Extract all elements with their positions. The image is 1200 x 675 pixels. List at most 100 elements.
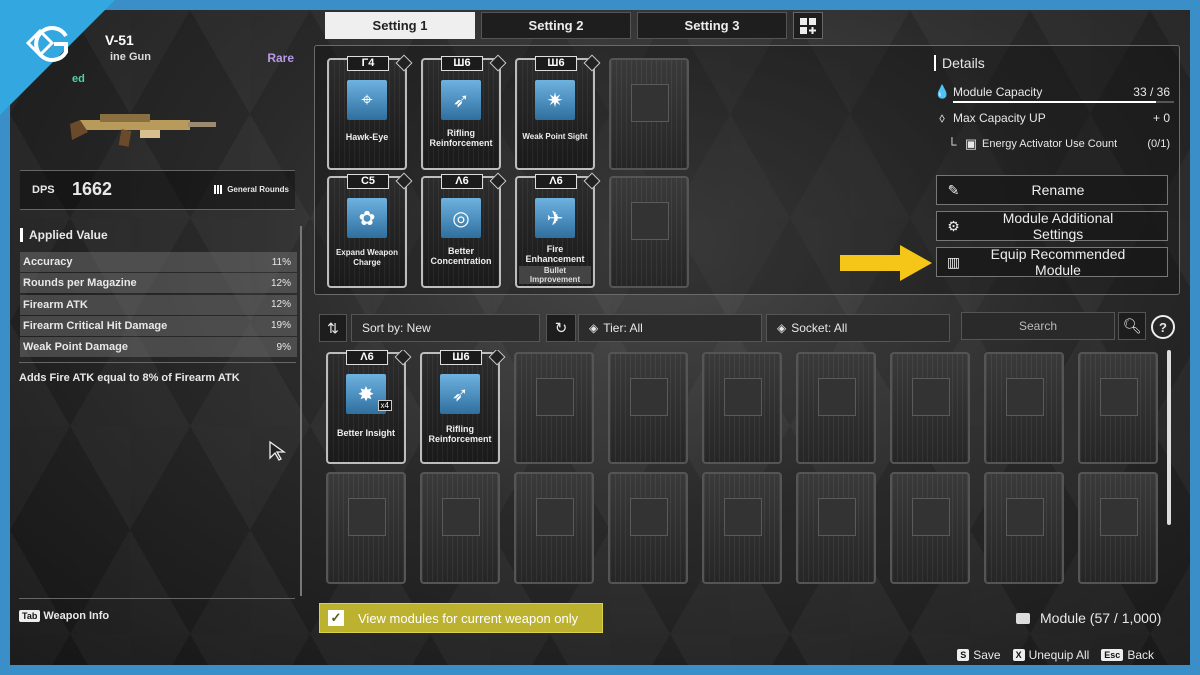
inventory-module-card[interactable]: Λ6 ✸ x4 Better Insight [326,350,412,464]
tier-badge-icon [583,172,601,190]
module-capacity-label: Module Capacity [953,85,1043,99]
equipped-module-card[interactable]: C5 ✿ Expand Weapon Charge [327,172,413,288]
max-capacity-row: ⬨ Max Capacity UP + 0 [934,105,1174,131]
empty-module-slot [1078,472,1158,584]
cylinder-icon: ✿ [347,198,387,238]
stat-name: Firearm Critical Hit Damage [23,319,168,332]
socket-cost: Γ4 [347,56,389,71]
search-input[interactable] [961,312,1115,340]
ammo-type-label: General Rounds [227,185,289,194]
save-shortcut[interactable]: S Save [957,648,1001,662]
applied-value-title: Applied Value [20,228,108,242]
empty-module-slot [326,472,406,584]
module-name: Rifling Reinforcement [429,128,493,148]
tab-setting-3[interactable]: Setting 3 [637,12,787,39]
empty-module-slot [514,352,594,464]
weapon-info-button[interactable]: Tab Weapon Info [19,610,109,622]
refresh-button[interactable]: ↻ [546,314,576,342]
equipped-module-card[interactable]: Ш6 ✷ Weak Point Sight [515,54,601,170]
empty-chip-icon [630,498,668,536]
tab-setting-1[interactable]: Setting 1 [325,12,475,39]
droplet-icon: 💧 [934,84,951,99]
sort-dropdown[interactable]: Sort by: New [351,314,540,342]
tier-badge-icon [489,54,507,72]
weapon-info-label: Weapon Info [43,610,110,622]
add-setting-button[interactable] [793,12,823,39]
bullet-icon: ➶ [441,80,481,120]
s-key-icon: S [957,649,970,661]
question-icon: ? [1159,319,1167,335]
arrow-icon [840,245,932,281]
empty-module-slot [702,352,782,464]
current-weapon-filter-checkbox[interactable]: ✓ View modules for current weapon only [319,603,603,633]
checkmark-icon: ✓ [328,610,344,626]
module-name: Rifling Reinforcement [428,424,492,444]
empty-chip-icon [724,498,762,536]
back-shortcut[interactable]: Esc Back [1101,648,1154,662]
equipped-module-card[interactable]: Ш6 ➶ Rifling Reinforcement [421,54,507,170]
module-box-icon [1016,612,1030,624]
inventory-scrollbar[interactable] [1167,350,1171,525]
empty-module-slot [1078,352,1158,464]
stack-count: x4 [377,400,392,411]
sort-order-button[interactable]: ⇅ [319,314,347,342]
search-button[interactable]: 🔍︎ [1118,312,1146,340]
socket-cost: Ш6 [441,56,483,71]
module-additional-settings-button[interactable]: ⚙ Module Additional Settings [936,210,1168,242]
stat-value: 11% [271,256,291,268]
empty-chip-icon [912,378,950,416]
help-button[interactable]: ? [1151,315,1175,339]
socket-cost: Ш6 [535,56,577,71]
empty-chip-icon [631,202,669,240]
equipped-module-card[interactable]: Γ4 ⌖ Hawk-Eye [327,54,413,170]
tier-dropdown[interactable]: ◈ Tier: All [578,314,762,342]
tier-badge-icon [395,54,413,72]
stat-row: Weak Point Damage 9% [20,337,297,358]
refresh-icon: ↻ [554,320,568,337]
left-scrollbar[interactable] [300,226,302,596]
additional-settings-label: Module Additional Settings [1002,210,1114,242]
mouse-cursor-icon [269,440,287,461]
module-category: Bullet Improvement [519,266,591,284]
module-name: Expand Weapon Charge [335,248,399,267]
bullet-icon: ➶ [440,374,480,414]
stat-value: 9% [276,341,291,353]
max-capacity-label: Max Capacity UP [953,111,1046,125]
empty-module-slot [608,352,688,464]
sort-icon: ⇅ [327,319,339,336]
empty-module-slot [420,472,500,584]
equipped-module-card[interactable]: Λ6 ◎ Better Concentration [421,172,507,288]
save-label: Save [973,648,1001,662]
socket-cost: Λ6 [441,174,483,189]
equip-recommended-module-button[interactable]: ▥ Equip Recommended Module [936,246,1168,278]
tier-badge-icon [583,54,601,72]
dps-value: 1662 [72,179,113,199]
stat-name: Rounds per Magazine [23,277,137,290]
unequip-all-shortcut[interactable]: X Unequip All [1012,648,1090,662]
tier-badge-icon [488,350,506,366]
energy-activator-value: (0/1) [1147,138,1170,150]
pencil-icon: ✎ [947,181,960,198]
rename-button[interactable]: ✎ Rename [936,175,1168,205]
tree-branch-icon: └ [947,136,957,152]
layers-icon: ◈ [777,321,787,335]
equipped-module-card[interactable]: Λ6 ✈ Fire Enhancement Bullet Improvement [515,172,601,288]
empty-chip-icon [912,498,950,536]
stat-row: Firearm ATK 12% [20,294,297,315]
empty-module-slot [514,472,594,584]
empty-module-slot [890,352,970,464]
stat-note: Adds Fire ATK equal to 8% of Firearm ATK [19,362,296,384]
stat-name: Accuracy [23,256,73,268]
inventory-module-card[interactable]: Ш6 ➶ Rifling Reinforcement [420,350,506,464]
tab-setting-2[interactable]: Setting 2 [481,12,631,39]
module-count-label: Module (57 / 1,000) [1040,610,1162,626]
socket-dropdown[interactable]: ◈ Socket: All [766,314,950,342]
socket-cost: Λ6 [535,174,577,189]
unequip-all-label: Unequip All [1028,648,1090,662]
empty-module-slot[interactable] [609,58,689,170]
stat-row: Firearm Critical Hit Damage 19% [20,315,297,336]
stat-value: 12% [270,277,291,289]
module-name: Better Concentration [430,246,492,266]
empty-chip-icon [1100,498,1138,536]
empty-module-slot[interactable] [609,176,689,288]
